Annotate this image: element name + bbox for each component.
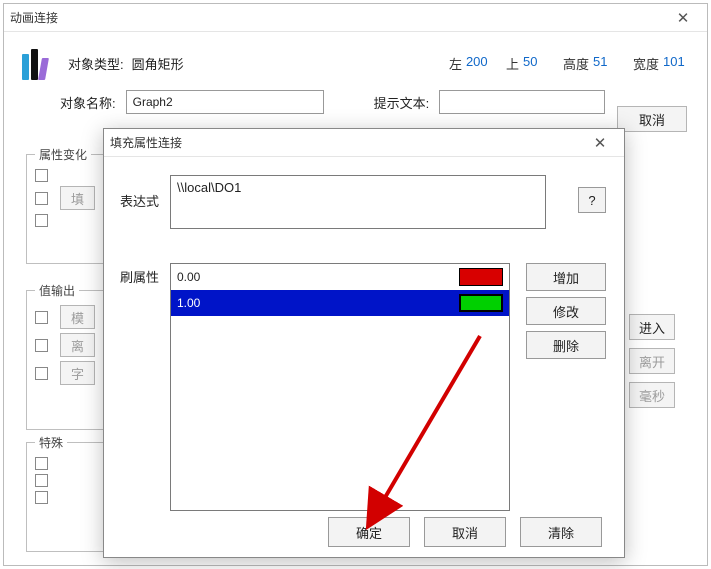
brush-list[interactable]: 0.00 1.00: [170, 263, 510, 511]
ok-button[interactable]: 确定: [328, 517, 410, 547]
hint-label: 提示文本:: [374, 93, 430, 112]
checkbox[interactable]: [35, 339, 48, 352]
obj-type-value: 圆角矩形: [132, 54, 184, 73]
add-button[interactable]: 增加: [526, 263, 606, 291]
books-icon: [22, 46, 56, 80]
main-title: 动画连接: [10, 9, 665, 26]
zi-button[interactable]: 字: [60, 361, 95, 385]
mo-button[interactable]: 模: [60, 305, 95, 329]
clear-button[interactable]: 清除: [520, 517, 602, 547]
enter-button[interactable]: 进入: [629, 314, 675, 340]
delete-button[interactable]: 删除: [526, 331, 606, 359]
close-icon[interactable]: ✕: [665, 4, 701, 32]
checkbox[interactable]: [35, 457, 48, 470]
expression-input[interactable]: \\local\DO1: [170, 175, 546, 229]
close-icon[interactable]: ✕: [582, 129, 618, 157]
ms-button[interactable]: 毫秒: [629, 382, 675, 408]
main-titlebar: 动画连接 ✕: [4, 4, 707, 32]
li-button[interactable]: 离: [60, 333, 95, 357]
color-swatch: [459, 294, 503, 312]
expression-label: 表达式: [120, 191, 159, 210]
checkbox[interactable]: [35, 214, 48, 227]
checkbox[interactable]: [35, 491, 48, 504]
list-item[interactable]: 1.00: [171, 290, 509, 316]
dialog-title: 填充属性连接: [110, 134, 582, 151]
leave-button[interactable]: 离开: [629, 348, 675, 374]
hint-input[interactable]: [439, 90, 605, 114]
edit-button[interactable]: 修改: [526, 297, 606, 325]
color-swatch: [459, 268, 503, 286]
checkbox[interactable]: [35, 169, 48, 182]
fill-attr-dialog: 填充属性连接 ✕ 表达式 \\local\DO1 ? 刷属性 0.00 1.00…: [103, 128, 625, 558]
list-item[interactable]: 0.00: [171, 264, 509, 290]
checkbox[interactable]: [35, 311, 48, 324]
obj-name-label: 对象名称:: [60, 93, 116, 112]
checkbox[interactable]: [35, 474, 48, 487]
obj-type-label: 对象类型:: [68, 54, 124, 73]
checkbox[interactable]: [35, 192, 48, 205]
cancel-button[interactable]: 取消: [424, 517, 506, 547]
brush-label: 刷属性: [120, 267, 159, 286]
expression-browse-button[interactable]: ?: [578, 187, 606, 213]
fill-button[interactable]: 填: [60, 186, 95, 210]
position-readout: 左200 上50 高度51 宽度101: [441, 54, 689, 73]
obj-name-input[interactable]: [126, 90, 324, 114]
main-cancel-button[interactable]: 取消: [617, 106, 687, 132]
checkbox[interactable]: [35, 367, 48, 380]
